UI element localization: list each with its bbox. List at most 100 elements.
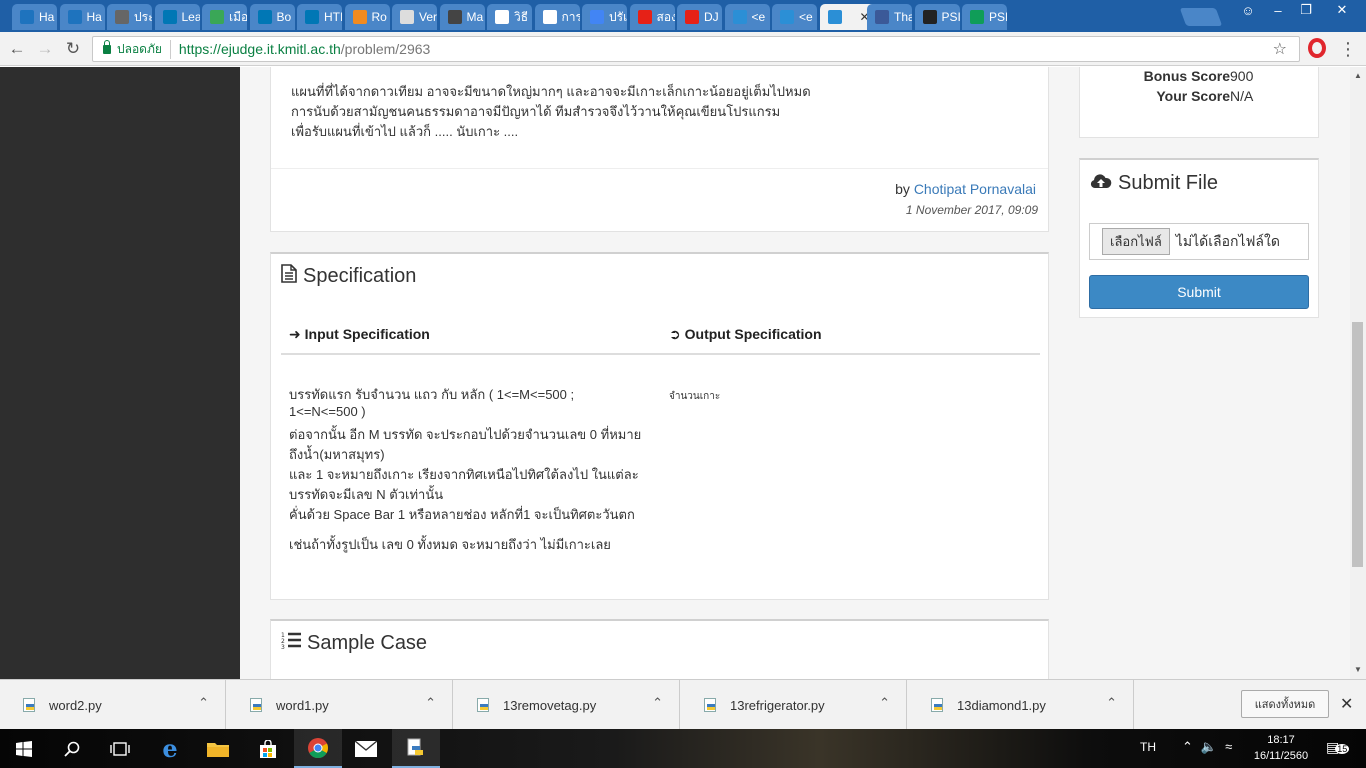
list-ol-icon: 123 xyxy=(281,631,301,655)
back-button[interactable]: ← xyxy=(6,38,28,60)
input-spec-line: เช่นถ้าทั้งรูปเป็น เลข 0 ทั้งหมด จะหมายถ… xyxy=(289,537,611,552)
browser-tab[interactable]: เมือ xyxy=(202,4,247,30)
youtube-icon xyxy=(637,10,652,24)
browser-tab[interactable]: Ro xyxy=(344,4,390,30)
submit-button[interactable]: Submit xyxy=(1089,275,1309,309)
input-spec-heading-text: Input Specification xyxy=(304,326,430,342)
browser-tab[interactable]: การ xyxy=(534,4,580,30)
new-tab-button[interactable] xyxy=(1179,8,1223,26)
clock[interactable]: 18:17 16/11/2560 xyxy=(1250,732,1312,764)
bonus-score-value: 900 xyxy=(1230,68,1254,84)
browser-tab[interactable]: <e xyxy=(772,4,817,30)
tab-label: PSI xyxy=(989,10,1007,24)
divider xyxy=(271,168,1048,169)
google-icon xyxy=(495,10,509,24)
forward-button[interactable]: → xyxy=(34,38,56,60)
show-all-downloads-button[interactable]: แสดงทั้งหมด xyxy=(1241,690,1329,718)
file-explorer-icon[interactable] xyxy=(194,729,242,768)
browser-tab[interactable]: สอง xyxy=(629,4,675,30)
input-spec-line: บรรทัดจะมีเลข N ตัวเท่านั้น xyxy=(289,487,444,502)
browser-tab[interactable]: <e xyxy=(724,4,770,30)
chevron-up-icon[interactable]: ⌃ xyxy=(879,695,890,711)
scroll-up-arrow-icon[interactable]: ▲ xyxy=(1354,71,1362,80)
search-icon[interactable] xyxy=(48,729,96,768)
download-item[interactable]: word2.py ⌃ xyxy=(0,680,226,730)
opera-extension-icon[interactable] xyxy=(1308,38,1326,58)
scrollbar-thumb[interactable] xyxy=(1352,322,1363,567)
submit-file-title-text: Submit File xyxy=(1118,172,1219,194)
url-path: /problem/2963 xyxy=(340,41,431,57)
tab-label: Lea xyxy=(181,10,200,24)
reload-button[interactable]: ↻ xyxy=(62,38,84,60)
close-downloads-icon[interactable]: ✕ xyxy=(1340,694,1353,714)
download-item[interactable]: word1.py ⌃ xyxy=(227,680,453,730)
runner-icon xyxy=(352,10,367,24)
browser-tab[interactable]: PSI xyxy=(962,4,1007,30)
browser-tab[interactable]: ประ xyxy=(107,4,152,30)
tab-label: เมือ xyxy=(229,9,247,24)
chevron-up-icon[interactable]: ⌃ xyxy=(1106,695,1117,711)
browser-tab-strip: Ha Ha ประ Lea เมือ Bo HTI Ro Ver Ma วิธี การ ปรัเ สอง… xyxy=(0,0,1366,32)
browser-tab[interactable]: Ha xyxy=(59,4,105,30)
clock-time: 18:17 xyxy=(1267,734,1295,746)
browser-tab[interactable]: ปรัเ xyxy=(582,4,627,30)
choose-file-button[interactable]: เลือกไฟล์ xyxy=(1102,228,1170,255)
windows-start-icon[interactable] xyxy=(0,729,48,768)
volume-icon[interactable]: 🔈 xyxy=(1201,739,1225,754)
author-link[interactable]: Chotipat Pornavalai xyxy=(914,181,1036,197)
browser-tab[interactable]: Lea xyxy=(154,4,200,30)
chevron-up-icon[interactable]: ⌃ xyxy=(425,695,436,711)
action-center-icon[interactable]: ▤15 xyxy=(1326,739,1350,756)
chevron-up-icon[interactable]: ⌃ xyxy=(652,695,663,711)
document-icon xyxy=(281,264,297,289)
ejudge-icon xyxy=(780,10,794,24)
system-tray[interactable]: ⌃🔈≈ xyxy=(1182,739,1240,755)
minimize-button[interactable]: – xyxy=(1264,0,1292,20)
browser-toolbar: ← → ↻ ปลอดภัย https:// ejudge.it.kmitl.a… xyxy=(0,32,1366,66)
output-spec-heading: ➲ Output Specification xyxy=(669,326,822,343)
browser-tab[interactable]: Ver xyxy=(392,4,437,30)
store-icon[interactable] xyxy=(244,729,292,768)
download-item[interactable]: 13refrigerator.py ⌃ xyxy=(681,680,907,730)
tab-label: Ver xyxy=(419,10,437,24)
mail-icon[interactable] xyxy=(342,729,390,768)
browser-tab[interactable]: DJ xyxy=(677,4,722,30)
task-view-icon[interactable] xyxy=(96,729,144,768)
address-bar[interactable]: ปลอดภัย https:// ejudge.it.kmitl.ac.th /… xyxy=(92,36,1300,62)
download-item[interactable]: 13removetag.py ⌃ xyxy=(454,680,680,730)
browser-tab[interactable]: PSI xyxy=(914,4,960,30)
page-scrollbar[interactable]: ▲ ▼ xyxy=(1350,67,1366,679)
no-file-label: ไม่ได้เลือกไฟล์ใด xyxy=(1175,232,1280,249)
linkedin-icon xyxy=(162,10,177,24)
bookmark-star-icon[interactable]: ☆ xyxy=(1273,39,1287,59)
wifi-icon[interactable]: ≈ xyxy=(1225,739,1240,754)
edge-icon[interactable]: e xyxy=(146,729,194,768)
tab-label: Tha xyxy=(894,10,912,24)
chevron-up-icon[interactable]: ⌃ xyxy=(1182,739,1201,754)
scroll-down-arrow-icon[interactable]: ▼ xyxy=(1354,665,1362,674)
close-window-button[interactable]: ✕ xyxy=(1322,0,1362,20)
browser-tab[interactable]: Tha xyxy=(867,4,912,30)
tab-label: <e xyxy=(799,10,813,24)
file-input[interactable]: เลือกไฟล์ ไม่ได้เลือกไฟล์ใด xyxy=(1089,223,1309,260)
python-icon[interactable] xyxy=(392,729,440,768)
chrome-icon[interactable] xyxy=(294,729,342,768)
browser-tab[interactable]: วิธี xyxy=(487,4,532,30)
tab-label: วิธี xyxy=(514,9,529,24)
lock-icon xyxy=(103,39,111,54)
facebook-icon xyxy=(875,10,889,24)
specification-panel: Specification ➜ Input Specification ➲ Ou… xyxy=(270,252,1049,600)
browser-tab[interactable]: HTI xyxy=(297,4,342,30)
restore-button[interactable]: ❐ xyxy=(1292,0,1320,20)
windows-taskbar: e TH ⌃🔈≈ 18:17 16/11/2560 ▤15 xyxy=(0,729,1366,768)
browser-tab[interactable]: Ha xyxy=(12,4,57,30)
browser-tab[interactable]: Bo xyxy=(249,4,295,30)
ejudge-icon xyxy=(732,10,747,24)
user-icon[interactable]: ☺ xyxy=(1234,0,1262,20)
browser-menu-icon[interactable]: ⋮ xyxy=(1338,39,1358,59)
download-item[interactable]: 13diamond1.py ⌃ xyxy=(908,680,1134,730)
input-language-indicator[interactable]: TH xyxy=(1140,740,1156,754)
chevron-up-icon[interactable]: ⌃ xyxy=(198,695,209,711)
browser-tab[interactable]: Ma xyxy=(439,4,485,30)
input-spec-line: 1<=N<=500 ) xyxy=(289,404,366,419)
